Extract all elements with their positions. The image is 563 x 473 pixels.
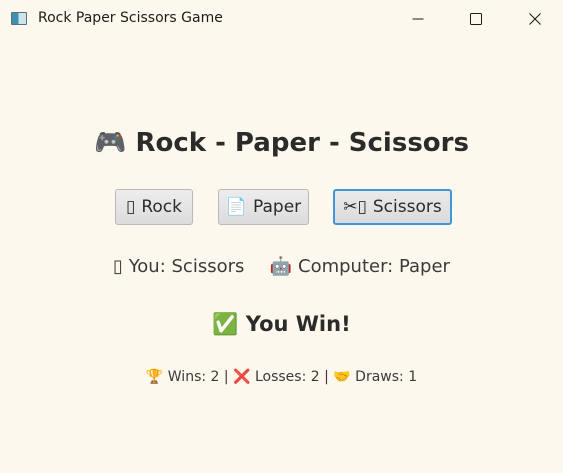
handshake-icon: 🤝	[333, 369, 351, 385]
cross-icon: ❌	[233, 369, 251, 385]
paper-button[interactable]: 📄 Paper	[218, 189, 309, 225]
window-app-icon	[11, 12, 27, 25]
computer-choice: Computer: Paper	[298, 256, 450, 277]
rock-icon: ▯	[126, 197, 136, 217]
separator: |	[324, 369, 329, 385]
maximize-button[interactable]	[453, 0, 499, 38]
game-heading: 🎮 Rock - Paper - Scissors	[0, 128, 563, 158]
close-button[interactable]	[512, 0, 558, 38]
choices-line: ▯ You: Scissors 🤖 Computer: Paper	[0, 256, 563, 277]
losses-count: Losses: 2	[254, 369, 320, 385]
separator: |	[223, 369, 229, 385]
close-icon	[529, 13, 541, 25]
rock-button-label: Rock	[141, 197, 182, 217]
heading-text: Rock - Paper - Scissors	[135, 128, 469, 158]
robot-icon: 🤖	[269, 256, 293, 277]
scissors-button[interactable]: ✂▯ Scissors	[333, 189, 452, 225]
minimize-icon	[412, 18, 424, 20]
rock-button[interactable]: ▯ Rock	[115, 189, 193, 225]
scoreboard: 🏆 Wins: 2 | ❌ Losses: 2 | 🤝 Draws: 1	[0, 369, 563, 385]
game-controller-icon: 🎮	[94, 128, 127, 158]
draws-count: Draws: 1	[355, 369, 418, 385]
app-window: Rock Paper Scissors Game 🎮 Rock - Paper …	[0, 0, 563, 473]
trophy-icon: 🏆	[145, 369, 164, 385]
scissors-button-label: Scissors	[372, 197, 442, 217]
result-text: You Win!	[245, 312, 351, 336]
paper-button-label: Paper	[253, 197, 302, 217]
window-title: Rock Paper Scissors Game	[38, 10, 223, 26]
paper-icon: 📄	[225, 197, 247, 217]
maximize-icon	[470, 13, 482, 25]
wins-count: Wins: 2	[167, 369, 220, 385]
check-mark-icon: ✅	[212, 312, 239, 336]
minimize-button[interactable]	[395, 0, 441, 38]
scissors-icon: ✂▯	[343, 197, 367, 217]
user-icon: ▯	[113, 256, 123, 277]
user-choice: You: Scissors	[128, 256, 245, 277]
result-line: ✅ You Win!	[0, 312, 563, 337]
title-bar[interactable]: Rock Paper Scissors Game	[0, 0, 563, 38]
